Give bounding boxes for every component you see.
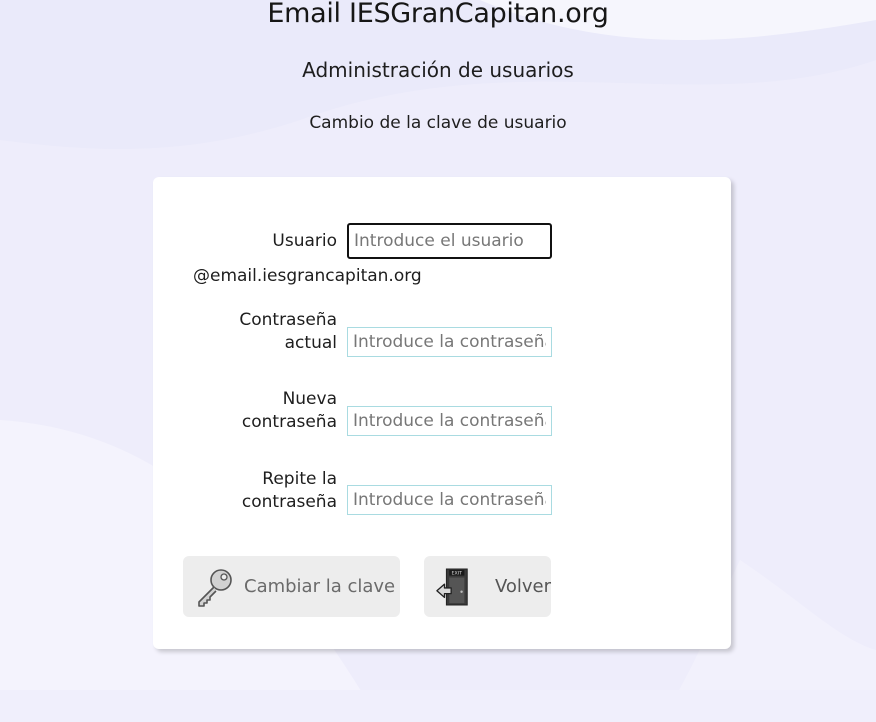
page-title: Email IESGranCapitan.org	[267, 0, 609, 29]
key-icon	[198, 568, 232, 607]
current-password-label-line1: Contraseña	[239, 310, 337, 330]
exit-door-icon: EXIT	[436, 568, 468, 605]
new-password-label-line2: contraseña	[241, 412, 337, 432]
current-password-label: Contraseña actual	[239, 309, 337, 355]
change-password-button-label: Cambiar la clave	[244, 576, 396, 597]
usuario-label: Usuario	[272, 230, 337, 253]
email-domain-suffix: @email.iesgrancapitan.org	[193, 266, 422, 286]
page: Email IESGranCapitan.org Administración …	[0, 0, 876, 722]
repeat-password-label: Repite la contraseña	[242, 468, 337, 514]
page-subtitle: Administración de usuarios	[302, 58, 574, 82]
current-password-input[interactable]	[347, 327, 552, 357]
back-button[interactable]: EXIT Volver	[424, 556, 551, 617]
section-title: Cambio de la clave de usuario	[309, 113, 567, 133]
repeat-password-label-line1: Repite la	[262, 469, 337, 489]
repeat-password-label-line2: contraseña	[241, 492, 337, 512]
usuario-input[interactable]	[347, 223, 552, 259]
current-password-label-line2: actual	[284, 333, 337, 353]
svg-text:EXIT: EXIT	[452, 570, 463, 576]
repeat-password-input[interactable]	[347, 485, 552, 515]
password-change-card: Usuario @email.iesgrancapitan.org Contra…	[153, 177, 731, 649]
back-button-label: Volver	[494, 576, 551, 597]
new-password-label: Nueva contraseña	[242, 388, 337, 434]
new-password-label-line1: Nueva	[282, 389, 337, 409]
change-password-button[interactable]: Cambiar la clave	[183, 556, 400, 617]
usuario-label-text: Usuario	[272, 231, 337, 251]
new-password-input[interactable]	[347, 406, 552, 436]
